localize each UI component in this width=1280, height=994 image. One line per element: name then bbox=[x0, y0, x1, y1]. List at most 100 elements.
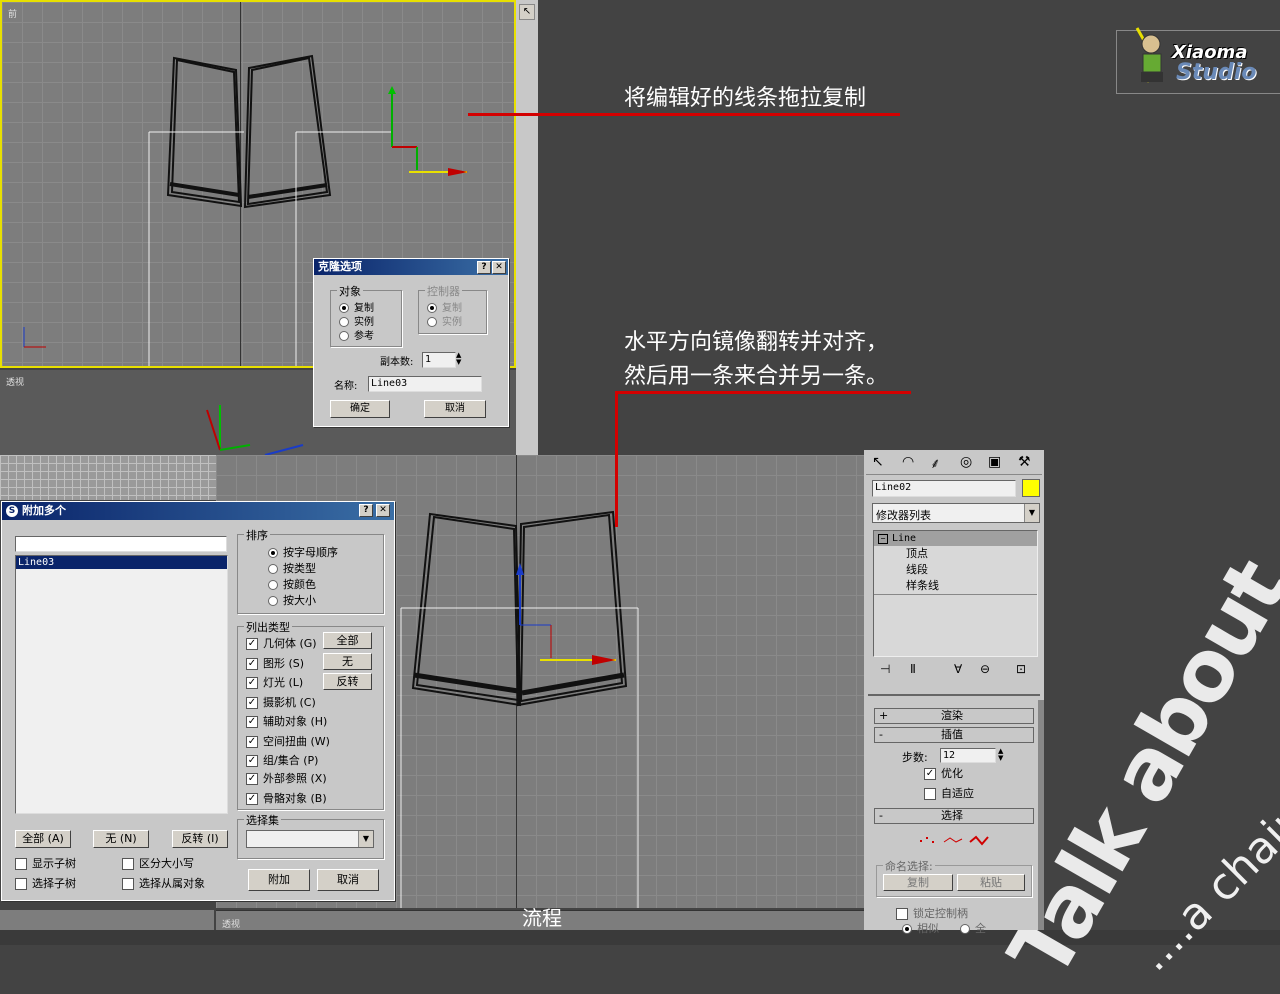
expand-icon: + bbox=[879, 709, 889, 722]
radio-sort-color[interactable]: 按颜色 bbox=[268, 576, 316, 592]
attach-multiple-dialog: S 附加多个 ? ✕ Line03 排序 按字母顺序 按类型 按颜色 按大小 列出… bbox=[1, 501, 395, 901]
radio-icon bbox=[339, 331, 349, 341]
select-none-button[interactable]: 无 (N) bbox=[93, 830, 149, 848]
check-geometry[interactable]: ✓ 几何体 (G) bbox=[246, 635, 317, 651]
check-helpers[interactable]: ✓ 辅助对象 (H) bbox=[246, 713, 327, 729]
checkbox-icon: ✓ bbox=[246, 677, 258, 689]
select-invert-button[interactable]: 反转 (I) bbox=[172, 830, 228, 848]
radio-copy[interactable]: 复制 bbox=[339, 299, 374, 314]
types-none-button[interactable]: 无 bbox=[323, 653, 372, 670]
create-tab-icon[interactable]: ↖ bbox=[872, 454, 884, 470]
steps-label: 步数: bbox=[902, 751, 928, 764]
check-cameras[interactable]: ✓ 摄影机 (C) bbox=[246, 694, 316, 710]
clone-options-dialog: 克隆选项 ? ✕ 对象 复制 实例 参考 控制器 复制 实例 副本数: 1 ▲ ▼… bbox=[313, 258, 509, 427]
subobject-level-icons[interactable] bbox=[916, 834, 996, 848]
check-xrefs[interactable]: ✓ 外部参照 (X) bbox=[246, 770, 327, 786]
dialog-titlebar[interactable]: 克隆选项 ? ✕ bbox=[314, 259, 508, 275]
rollout-rendering[interactable]: + 渲染 bbox=[874, 708, 1034, 724]
radio-icon bbox=[268, 580, 278, 590]
hierarchy-tab-icon[interactable]: ⸙ bbox=[930, 454, 941, 473]
command-panel: ↖ ◠ ⸙ ◎ ▣ ⚒ Line02 修改器列表 ▼ − Line 顶点 线段 样… bbox=[864, 450, 1044, 935]
modify-tab-icon[interactable]: ◠ bbox=[902, 454, 914, 470]
select-icon[interactable]: ↖ bbox=[519, 4, 535, 20]
make-unique-icon[interactable]: ∀ bbox=[954, 662, 962, 676]
motion-tab-icon[interactable]: ◎ bbox=[960, 454, 972, 470]
stack-item-segment[interactable]: 线段 bbox=[874, 562, 1037, 578]
object-color-swatch[interactable] bbox=[1022, 479, 1040, 497]
selection-set-dropdown[interactable]: ▼ bbox=[246, 830, 374, 848]
object-name-input[interactable]: Line02 bbox=[872, 480, 1016, 497]
radio-sort-type[interactable]: 按类型 bbox=[268, 560, 316, 576]
radio-ctrl-copy[interactable]: 复制 bbox=[427, 299, 462, 314]
filter-input[interactable] bbox=[15, 536, 227, 552]
pin-stack-icon[interactable]: ⊣ bbox=[880, 662, 890, 676]
close-button[interactable]: ✕ bbox=[376, 504, 390, 517]
stack-item-vertex[interactable]: 顶点 bbox=[874, 546, 1037, 562]
annotation-drag-copy: 将编辑好的线条拖拉复制 bbox=[624, 86, 867, 111]
check-groups[interactable]: ✓ 组/集合 (P) bbox=[246, 752, 318, 768]
check-select-subtree[interactable]: 选择子树 bbox=[15, 875, 76, 891]
check-case-sensitive[interactable]: 区分大小写 bbox=[122, 855, 194, 871]
help-button[interactable]: ? bbox=[477, 261, 491, 274]
panel-scrollbar[interactable] bbox=[1038, 700, 1044, 930]
stack-root[interactable]: − Line bbox=[874, 531, 1037, 546]
sort-group: 排序 按字母顺序 按类型 按颜色 按大小 bbox=[237, 527, 384, 614]
show-end-result-icon[interactable]: Ⅱ bbox=[910, 662, 916, 676]
modifier-stack[interactable]: − Line 顶点 线段 样条线 bbox=[873, 530, 1038, 657]
check-adaptive[interactable]: 自适应 bbox=[924, 785, 974, 801]
list-item[interactable]: Line03 bbox=[16, 556, 227, 569]
checkbox-icon bbox=[15, 858, 27, 870]
types-all-button[interactable]: 全部 bbox=[323, 632, 372, 649]
spinner-arrows-icon[interactable]: ▲ ▼ bbox=[998, 748, 1003, 762]
chevron-down-icon[interactable]: ▼ bbox=[358, 831, 373, 847]
group-title: 对象 bbox=[337, 283, 363, 299]
spinner-arrows-icon[interactable]: ▲ ▼ bbox=[456, 352, 464, 366]
remove-modifier-icon[interactable]: ⊖ bbox=[980, 662, 990, 676]
ok-button[interactable]: 确定 bbox=[330, 400, 390, 418]
radio-sort-size[interactable]: 按大小 bbox=[268, 592, 316, 608]
stack-item-spline[interactable]: 样条线 bbox=[874, 578, 1037, 595]
help-button[interactable]: ? bbox=[359, 504, 373, 517]
group-title: 命名选择: bbox=[883, 858, 935, 874]
cancel-button[interactable]: 取消 bbox=[317, 869, 379, 891]
rollout-selection[interactable]: - 选择 bbox=[874, 808, 1034, 824]
check-optimize[interactable]: ✓ 优化 bbox=[924, 765, 963, 781]
cancel-button[interactable]: 取消 bbox=[424, 400, 486, 418]
radio-instance[interactable]: 实例 bbox=[339, 313, 374, 328]
configure-sets-icon[interactable]: ⊡ bbox=[1016, 662, 1026, 676]
radio-ctrl-instance[interactable]: 实例 bbox=[427, 313, 462, 328]
copies-spinner[interactable]: 1 bbox=[422, 352, 456, 368]
close-button[interactable]: ✕ bbox=[492, 261, 506, 274]
attach-button[interactable]: 附加 bbox=[248, 869, 310, 891]
collapse-icon[interactable]: − bbox=[878, 534, 888, 544]
dialog-titlebar[interactable]: S 附加多个 ? ✕ bbox=[2, 502, 394, 520]
modifier-list-label: 修改器列表 bbox=[876, 509, 931, 522]
radio-sort-alpha[interactable]: 按字母顺序 bbox=[268, 544, 338, 560]
display-tab-icon[interactable]: ▣ bbox=[988, 454, 1001, 470]
steps-spinner[interactable]: 12 bbox=[940, 748, 996, 763]
check-shapes[interactable]: ✓ 图形 (S) bbox=[246, 655, 304, 671]
paste-button[interactable]: 粘贴 bbox=[957, 874, 1025, 891]
radio-icon bbox=[902, 924, 912, 934]
radio-all[interactable]: 全 bbox=[960, 920, 986, 936]
check-lock-handles[interactable]: 锁定控制柄 bbox=[896, 905, 968, 921]
check-display-subtree[interactable]: 显示子树 bbox=[15, 855, 76, 871]
modifier-list-dropdown[interactable]: 修改器列表 ▼ bbox=[872, 503, 1040, 523]
types-invert-button[interactable]: 反转 bbox=[323, 673, 372, 690]
viewport-label[interactable]: 透视 bbox=[222, 917, 240, 930]
rollout-interpolation[interactable]: - 插值 bbox=[874, 727, 1034, 743]
check-spacewarps[interactable]: ✓ 空间扭曲 (W) bbox=[246, 733, 330, 749]
check-select-dependents[interactable]: 选择从属对象 bbox=[122, 875, 205, 891]
utilities-tab-icon[interactable]: ⚒ bbox=[1018, 454, 1031, 470]
select-all-button[interactable]: 全部 (A) bbox=[15, 830, 71, 848]
check-lights[interactable]: ✓ 灯光 (L) bbox=[246, 674, 303, 690]
viewport-label[interactable]: 透视 bbox=[6, 375, 24, 388]
radio-similar[interactable]: 相似 bbox=[902, 920, 939, 936]
list-types-group: 列出类型 ✓ 几何体 (G) ✓ 图形 (S) ✓ 灯光 (L) ✓ 摄影机 (C) ✓… bbox=[237, 619, 384, 810]
copy-button[interactable]: 复制 bbox=[883, 874, 953, 891]
name-input[interactable]: Line03 bbox=[368, 376, 482, 392]
chevron-down-icon[interactable]: ▼ bbox=[1024, 504, 1039, 522]
check-bones[interactable]: ✓ 骨骼对象 (B) bbox=[246, 790, 327, 806]
object-list[interactable]: Line03 bbox=[15, 555, 228, 814]
radio-reference[interactable]: 参考 bbox=[339, 327, 374, 342]
